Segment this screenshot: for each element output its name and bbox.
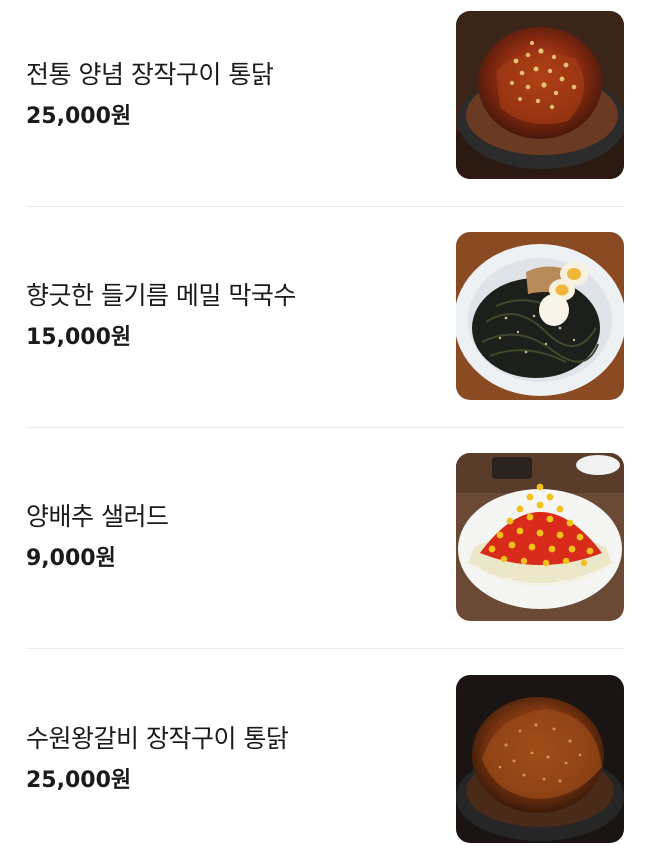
galbi-whole-chicken-photo-icon[interactable]: [456, 675, 624, 843]
menu-item-price: 25,000원: [26, 768, 132, 793]
menu-item-price: 15,000원: [26, 325, 132, 350]
menu-item-name: 향긋한 들기름 메밀 막국수: [26, 281, 296, 310]
menu-item-buckwheat-noodles[interactable]: 향긋한 들기름 메밀 막국수 15,000원: [26, 232, 624, 400]
menu-item-text: 향긋한 들기름 메밀 막국수 15,000원: [26, 279, 296, 353]
menu-item-name: 양배추 샐러드: [26, 502, 169, 531]
divider: [26, 206, 624, 207]
menu-item-text: 양배추 샐러드 9,000원: [26, 500, 169, 574]
menu-item-price: 9,000원: [26, 546, 116, 571]
menu-item-galbi-chicken[interactable]: 수원왕갈비 장작구이 통닭 25,000원: [26, 675, 624, 843]
spicy-whole-chicken-photo-icon[interactable]: [456, 11, 624, 179]
divider: [26, 427, 624, 428]
perilla-buckwheat-noodles-photo-icon[interactable]: [456, 232, 624, 400]
menu-item-name: 전통 양념 장작구이 통닭: [26, 60, 274, 89]
menu-item-text: 수원왕갈비 장작구이 통닭 25,000원: [26, 722, 289, 796]
menu-list: 전통 양념 장작구이 통닭 25,000원 향긋한 들기름 메밀 막국수 15,…: [0, 0, 650, 865]
menu-item-spicy-chicken[interactable]: 전통 양념 장작구이 통닭 25,000원: [26, 11, 624, 179]
cabbage-corn-salad-photo-icon[interactable]: [456, 453, 624, 621]
menu-item-name: 수원왕갈비 장작구이 통닭: [26, 724, 289, 753]
divider: [26, 648, 624, 649]
menu-item-cabbage-salad[interactable]: 양배추 샐러드 9,000원: [26, 453, 624, 621]
menu-item-text: 전통 양념 장작구이 통닭 25,000원: [26, 58, 274, 132]
menu-item-price: 25,000원: [26, 104, 132, 129]
